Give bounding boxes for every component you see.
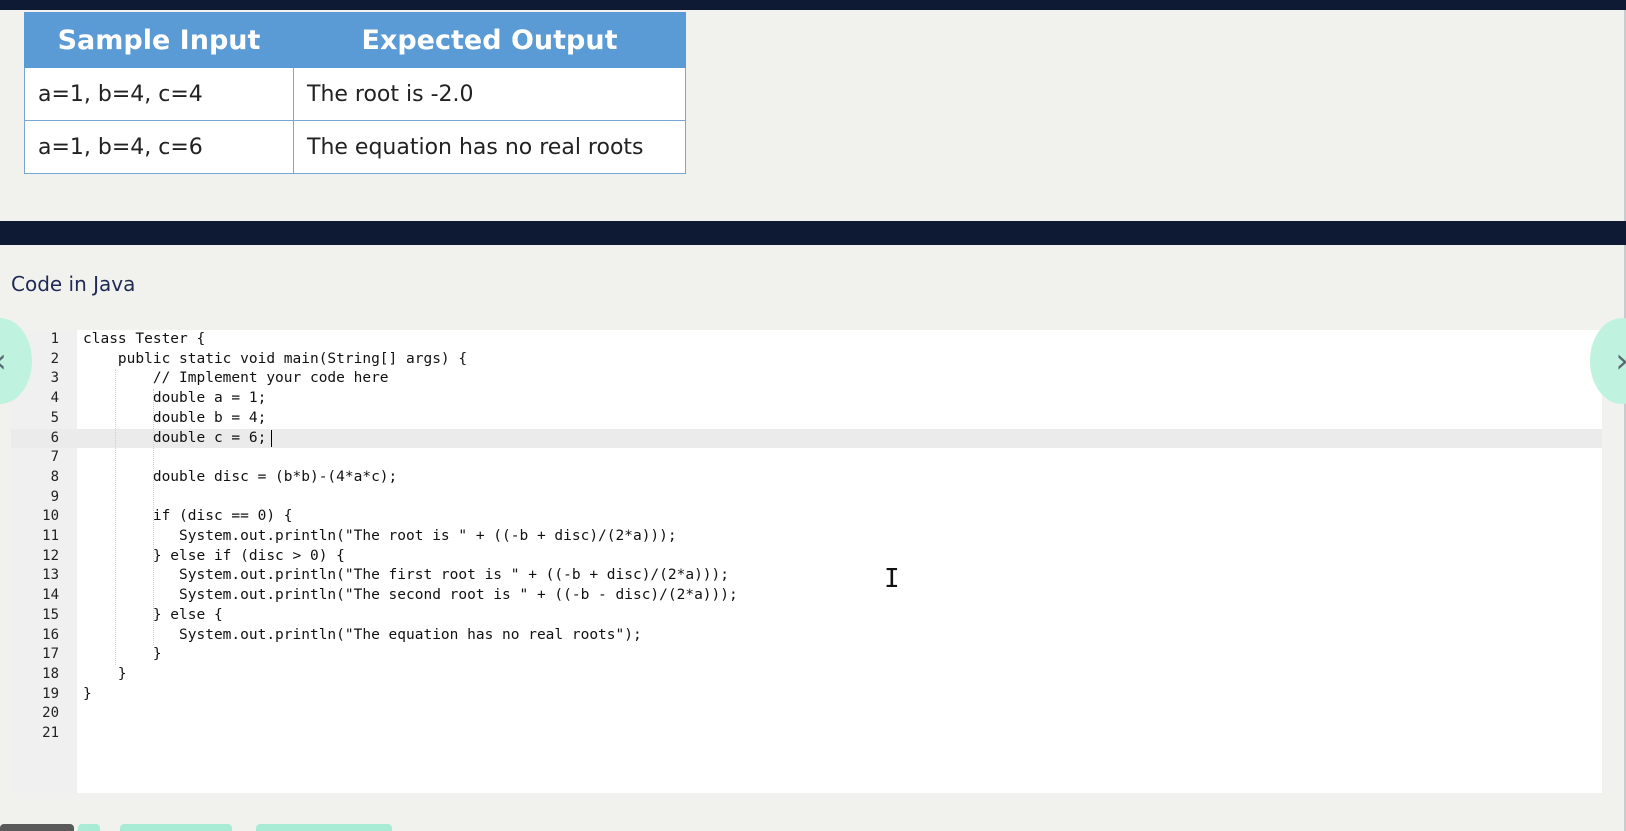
code-line[interactable]: } xyxy=(83,645,162,665)
code-line[interactable]: System.out.println("The root is " + ((-b… xyxy=(83,527,677,547)
indent-guide xyxy=(153,389,154,646)
text-cursor xyxy=(271,430,272,447)
line-number: 13 xyxy=(42,567,59,584)
code-line[interactable]: double b = 4; xyxy=(83,409,267,429)
line-number: 20 xyxy=(42,705,59,722)
expected-output-cell: The equation has no real roots xyxy=(293,120,686,174)
bottom-button[interactable] xyxy=(256,824,392,831)
ibeam-cursor-icon: I xyxy=(884,564,900,594)
header-expected-output: Expected Output xyxy=(293,12,686,68)
table-header-row: Sample Input Expected Output xyxy=(24,12,686,68)
line-number: 5 xyxy=(50,409,59,426)
header-sample-input: Sample Input xyxy=(24,12,294,68)
sample-input-cell: a=1, b=4, c=4 xyxy=(24,67,294,121)
code-line[interactable]: // Implement your code here xyxy=(83,369,389,389)
code-line[interactable]: System.out.println("The equation has no … xyxy=(83,626,642,646)
code-line[interactable]: class Tester { xyxy=(83,330,205,350)
code-line[interactable]: } xyxy=(83,685,92,705)
expected-output-cell: The root is -2.0 xyxy=(293,67,686,121)
line-number: 21 xyxy=(42,725,59,741)
bottom-button-dark[interactable] xyxy=(0,824,74,831)
code-line[interactable]: double disc = (b*b)-(4*a*c); xyxy=(83,468,397,488)
code-line[interactable]: } else if (disc > 0) { xyxy=(83,547,345,567)
code-line[interactable]: System.out.println("The second root is "… xyxy=(83,586,738,606)
line-number: 17 xyxy=(42,646,59,663)
table-row: a=1, b=4, c=6 The equation has no real r… xyxy=(24,120,686,174)
sample-io-table: Sample Input Expected Output a=1, b=4, c… xyxy=(24,12,686,174)
sample-card: Sample Input Expected Output a=1, b=4, c… xyxy=(0,10,1626,221)
table-row: a=1, b=4, c=4 The root is -2.0 xyxy=(24,67,686,121)
line-number: 18 xyxy=(42,665,59,682)
bottom-button[interactable] xyxy=(120,824,232,831)
line-number: 9 xyxy=(50,488,59,505)
section-divider xyxy=(0,221,1626,245)
sample-input-cell: a=1, b=4, c=6 xyxy=(24,120,294,174)
code-line[interactable]: double a = 1; xyxy=(83,389,267,409)
line-number: 7 xyxy=(50,449,59,466)
chevron-right-icon: › xyxy=(1615,341,1626,381)
code-line[interactable]: System.out.println("The first root is " … xyxy=(83,566,729,586)
line-number: 8 xyxy=(50,468,59,485)
code-card: Code in Java 1 class Tester {2 public sta… xyxy=(0,245,1626,831)
code-editor[interactable]: 1 class Tester {2 public static void main… xyxy=(11,330,1602,793)
line-number: 6 xyxy=(50,429,59,446)
line-number: 15 xyxy=(42,606,59,623)
page: Sample Input Expected Output a=1, b=4, c… xyxy=(0,0,1626,831)
code-line[interactable]: public static void main(String[] args) { xyxy=(83,350,467,370)
line-number: 14 xyxy=(42,587,59,604)
line-number: 10 xyxy=(42,508,59,525)
code-line[interactable]: double c = 6; xyxy=(83,429,267,449)
bottom-button-small[interactable] xyxy=(78,824,100,831)
line-number: 19 xyxy=(42,685,59,702)
chevron-left-icon: ‹ xyxy=(0,341,7,381)
code-line[interactable]: } xyxy=(83,665,127,685)
top-dark-bar xyxy=(0,0,1626,10)
indent-guide xyxy=(115,369,116,665)
code-section-title: Code in Java xyxy=(11,272,136,296)
line-number: 16 xyxy=(42,626,59,643)
line-number: 12 xyxy=(42,547,59,564)
line-number: 11 xyxy=(42,528,59,544)
